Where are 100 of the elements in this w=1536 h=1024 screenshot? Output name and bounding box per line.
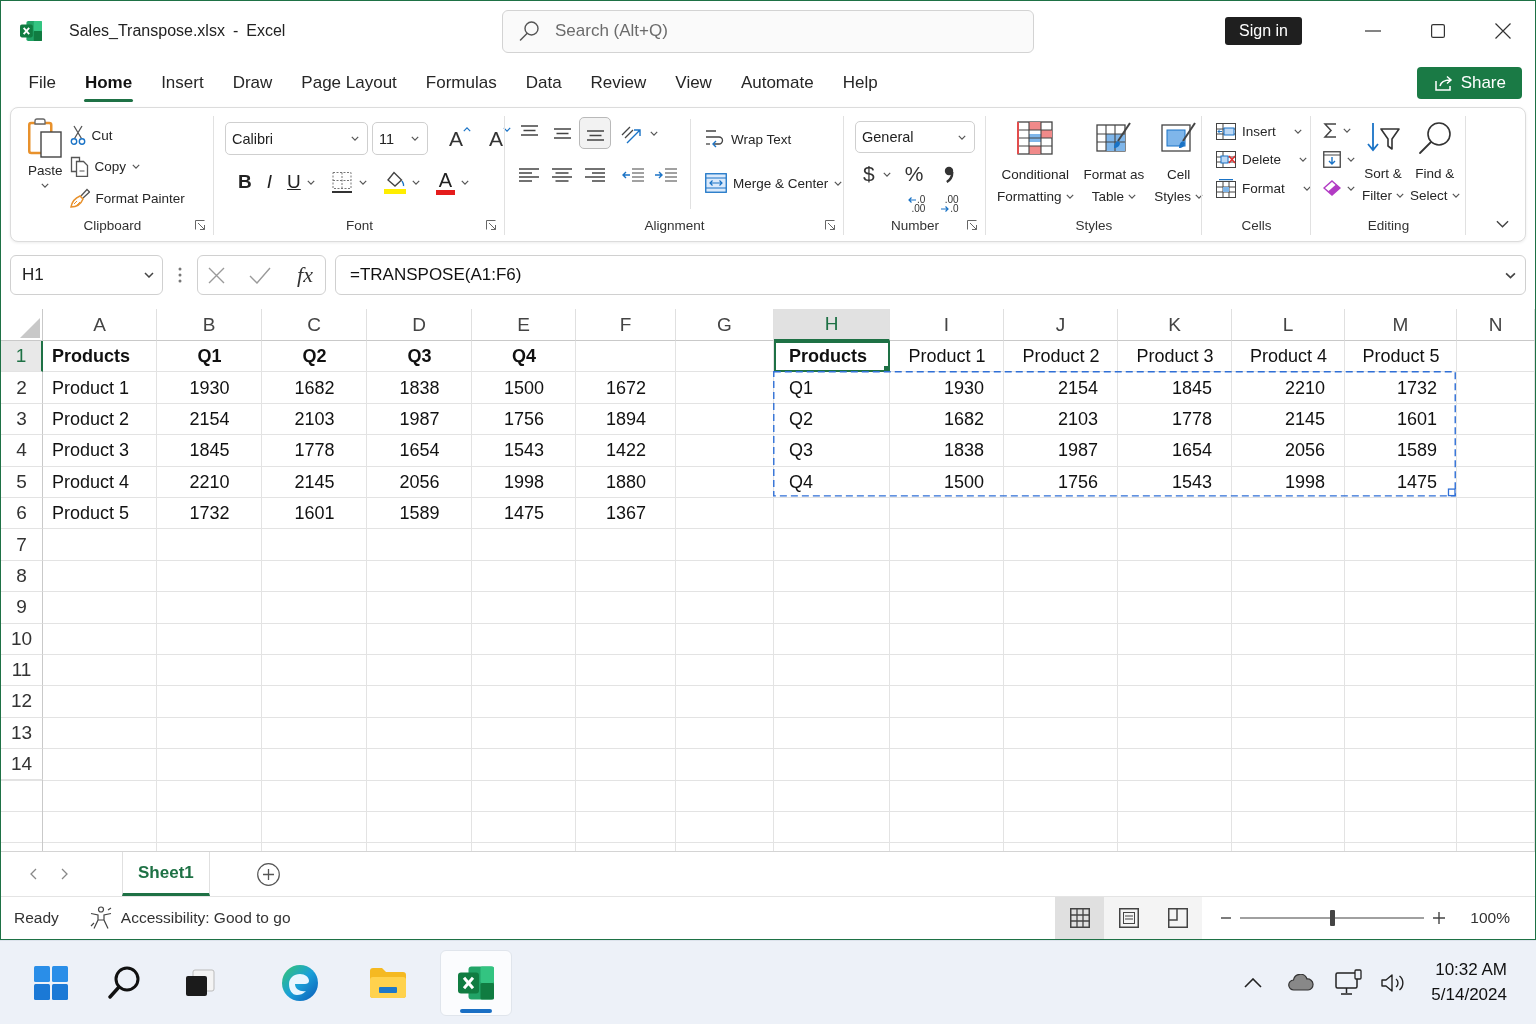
conditional-formatting-button[interactable]: Conditional Formatting <box>994 119 1077 208</box>
monitor-icon[interactable] <box>1335 968 1364 997</box>
sort-filter-button[interactable]: Sort & Filter <box>1359 119 1407 213</box>
caret-icon <box>1128 194 1137 199</box>
zoom-level[interactable]: 100% <box>1470 909 1510 927</box>
menu-tab[interactable]: Data <box>511 61 577 105</box>
column-header[interactable]: H <box>774 309 890 341</box>
minus-icon[interactable] <box>1221 917 1232 919</box>
caret-icon <box>144 272 154 278</box>
add-sheet-icon[interactable] <box>256 862 280 886</box>
format-cells-button[interactable]: Format <box>1212 176 1315 201</box>
three-lines-icon <box>586 130 604 141</box>
caret-icon <box>1347 185 1355 191</box>
menu-tab[interactable]: Page Layout <box>286 61 412 105</box>
page-layout-button[interactable] <box>1104 897 1154 939</box>
group-label: Alignment <box>644 217 705 233</box>
table-cell-text: 1756 <box>502 407 545 431</box>
table-cell-text: 1845 <box>1170 376 1213 400</box>
normal-view-button[interactable] <box>1055 897 1105 939</box>
row-header[interactable]: 1 <box>1 341 43 373</box>
caret-icon <box>1195 194 1204 199</box>
copy-icon <box>69 156 89 177</box>
merge-center-button[interactable]: Merge & Center <box>701 170 847 196</box>
decrease-decimal-button[interactable]: .00 .0 <box>938 195 962 213</box>
cancel-icon[interactable] <box>208 266 225 284</box>
menu-tab[interactable]: Formulas <box>411 61 512 105</box>
sign-in-button[interactable]: Sign in <box>1225 17 1302 45</box>
delete-cells-button[interactable]: Delete <box>1212 148 1315 171</box>
shrink-font-button[interactable]: A <box>486 124 515 153</box>
active-cell[interactable]: Products <box>774 341 890 373</box>
italic-button[interactable]: I <box>263 169 275 195</box>
menu-tab[interactable]: Insert <box>146 61 219 105</box>
align-bottom-button[interactable] <box>579 117 611 149</box>
table-cell-text: 2056 <box>1283 439 1326 463</box>
cut-button[interactable]: Cut <box>65 122 189 148</box>
cell-styles-button[interactable]: Cell Styles <box>1151 119 1207 208</box>
page-break-button[interactable] <box>1153 897 1203 939</box>
table-cell-text: 2210 <box>188 470 231 494</box>
table-cell-text: 1838 <box>942 439 985 463</box>
caret-icon <box>1065 194 1074 199</box>
menu-tab[interactable]: File <box>14 61 71 105</box>
font-name-dropdown[interactable]: Calibri <box>225 122 368 155</box>
clock-time[interactable]: 10:32 AM <box>1435 960 1507 980</box>
insert-function-button[interactable]: fx <box>295 262 315 288</box>
percent-button[interactable]: % <box>900 160 928 188</box>
formula-input[interactable]: =TRANSPOSE(A1:F6) <box>335 255 1526 295</box>
grow-font-button[interactable]: A <box>446 124 474 153</box>
table-cell-text: 1732 <box>1395 376 1438 400</box>
cloud-icon[interactable] <box>1288 974 1315 991</box>
share-button[interactable]: Share <box>1416 67 1522 99</box>
status-text: Ready <box>14 909 59 927</box>
table-cell-text: 1475 <box>1395 470 1438 494</box>
wrap-text-button[interactable]: Wrap Text <box>701 126 847 152</box>
dialog-launcher-icon[interactable] <box>486 220 496 230</box>
dialog-launcher-icon[interactable] <box>967 220 977 230</box>
underline-button[interactable]: U <box>284 169 318 195</box>
accessibility-status[interactable]: Accessibility: Good to go <box>120 909 291 927</box>
menu-tab[interactable]: Help <box>828 61 893 105</box>
number-format-dropdown[interactable]: General <box>855 121 975 153</box>
font-size-dropdown[interactable]: 11 <box>372 122 428 155</box>
paste-button[interactable]: Paste <box>25 116 66 213</box>
plus-icon[interactable] <box>1433 912 1446 924</box>
chevron-right-icon[interactable] <box>61 868 68 880</box>
table-cell-text: 1500 <box>942 470 985 494</box>
spreadsheet-app-button[interactable] <box>440 949 512 1016</box>
table-cell-text: Q1 <box>788 376 814 400</box>
paint-bucket-icon <box>383 170 406 194</box>
name-box[interactable]: H1 <box>10 255 163 295</box>
menu-tab[interactable]: Automate <box>726 61 829 105</box>
clock-date[interactable]: 5/14/2024 <box>1431 985 1507 1005</box>
table-cell-text: Q3 <box>406 345 433 369</box>
table-cell-text: 1894 <box>604 407 647 431</box>
menu-tab[interactable]: View <box>660 61 727 105</box>
table-cell-text: 2145 <box>293 470 336 494</box>
arrow-right-icon <box>941 205 950 212</box>
collapse-ribbon-icon[interactable] <box>1496 220 1509 228</box>
chevron-up-icon[interactable] <box>1244 977 1263 988</box>
menu-tab[interactable]: Home <box>70 61 147 105</box>
menu-tab[interactable]: Review <box>576 61 661 105</box>
insert-cells-button[interactable]: Insert <box>1212 120 1315 143</box>
table-cell-text: 2154 <box>1056 376 1099 400</box>
increase-decimal-button[interactable]: .0 .00 <box>905 195 929 213</box>
find-select-button[interactable]: Find & Select <box>1407 119 1463 213</box>
chevron-left-icon[interactable] <box>30 868 37 880</box>
menu-tab[interactable]: Draw <box>218 61 287 105</box>
format-painter-button[interactable]: Format Painter <box>65 185 189 211</box>
check-icon[interactable] <box>249 266 272 284</box>
format-as-table-button[interactable]: Format as Table <box>1080 119 1148 208</box>
dialog-launcher-icon[interactable] <box>195 220 205 230</box>
font-color-button[interactable]: A <box>432 167 473 197</box>
currency-button[interactable]: $ <box>859 160 895 188</box>
arrow-left-icon <box>908 196 916 203</box>
slider-thumb[interactable] <box>1330 910 1336 926</box>
dialog-launcher-icon[interactable] <box>825 220 835 230</box>
copy-button[interactable]: Copy <box>65 153 189 180</box>
sheet-tab[interactable]: Sheet1 <box>122 852 210 896</box>
search-field[interactable]: Search (Alt+Q) <box>502 9 1034 53</box>
bold-button[interactable]: B <box>235 169 255 195</box>
share-icon <box>1434 75 1453 91</box>
table-cell-text: 1987 <box>1056 439 1099 463</box>
